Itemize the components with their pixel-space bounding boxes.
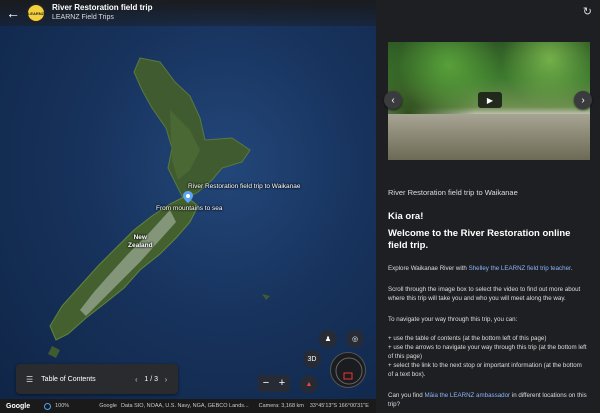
placemark-sublabel: From mountains to sea (156, 205, 223, 212)
camera-coordinates: 33°45'13"S 166°00'31"E (309, 403, 369, 409)
3d-toggle-button[interactable]: 3D (303, 350, 321, 368)
minimap-icon (335, 357, 363, 385)
teacher-link[interactable]: Shelley the LEARNZ field trip teacher (469, 265, 571, 272)
ambassador-paragraph: Can you find Māia the LEARNZ ambassador … (388, 392, 587, 408)
toc-label[interactable]: Table of Contents (41, 376, 130, 383)
trip-title: River Restoration field trip (52, 3, 153, 12)
toc-page-indicator: 1 / 3 (144, 375, 158, 383)
my-location-button[interactable]: ◎ (346, 330, 364, 348)
list-item: + select the link to the next stop or im… (388, 362, 582, 378)
placemark-label[interactable]: River Restoration field trip to Waikanae (188, 183, 300, 190)
play-button[interactable]: ▶ (478, 92, 502, 108)
video-thumbnail[interactable]: ▶ (388, 42, 590, 160)
intro-paragraph: Explore Waikanae River with Shelley the … (388, 265, 573, 272)
trip-subtitle: LEARNZ Field Trips (52, 14, 114, 21)
scroll-paragraph: Scroll through the image box to select t… (388, 286, 581, 302)
media-prev-button[interactable]: ‹ (384, 91, 402, 109)
refresh-icon[interactable]: ↻ (583, 5, 592, 18)
panel-content: River Restoration field trip to Waikanae… (376, 188, 600, 409)
zoom-controls: − + (258, 375, 290, 392)
welcome-heading: Welcome to the River Restoration online … (388, 228, 571, 251)
arrow-left-icon: ← (6, 5, 20, 21)
list-icon[interactable]: ☰ (26, 375, 33, 384)
google-logo: Google (6, 402, 31, 410)
navigate-paragraph: To navigate your way through this trip, … (388, 316, 518, 323)
loading-ring-icon (44, 402, 52, 410)
zoom-in-button[interactable]: + (274, 375, 290, 392)
toc-prev-button[interactable]: ‹ (130, 375, 142, 384)
map-view[interactable]: ← LEARNZ River Restoration field trip LE… (0, 0, 376, 413)
learnz-logo: LEARNZ (26, 3, 46, 23)
zoom-out-button[interactable]: − (258, 375, 274, 392)
map-pin-icon[interactable] (183, 191, 193, 203)
table-of-contents-bar: ☰ Table of Contents ‹ 1 / 3 › (16, 364, 178, 394)
stop-title: River Restoration field trip to Waikanae (388, 188, 518, 197)
attribution-text[interactable]: Data SIO, NOAA, U.S. Navy, NGA, GEBCO La… (121, 403, 249, 409)
back-button[interactable]: ← (0, 0, 26, 26)
ambassador-link[interactable]: Māia the LEARNZ ambassador (424, 392, 510, 399)
compass-north-button[interactable]: ▲ (300, 375, 318, 393)
toc-next-button[interactable]: › (160, 375, 172, 384)
country-label: New Zealand (128, 234, 153, 249)
pegman-icon: ♟ (324, 336, 332, 343)
globe-minimap[interactable] (330, 352, 366, 388)
chevron-right-icon: › (581, 94, 585, 106)
attribution-brand: Google (99, 403, 117, 409)
play-icon: ▶ (486, 95, 494, 105)
compass-north-icon: ▲ (305, 380, 313, 388)
status-bar: Google 100% Google Data SIO, NOAA, U.S. … (0, 399, 376, 413)
status-zoom: 100% (55, 403, 70, 409)
list-item: + use the arrows to navigate your way th… (388, 344, 587, 360)
pegman-button[interactable]: ♟ (319, 330, 337, 348)
media-next-button[interactable]: › (574, 91, 592, 109)
navigation-list: + use the table of contents (at the bott… (388, 334, 588, 379)
camera-altitude: Camera: 3,168 km (258, 403, 304, 409)
knowledge-panel: ↻ ▶ ‹ › River Restoration field trip to … (376, 0, 600, 413)
my-location-icon: ◎ (351, 336, 359, 343)
greeting-heading: Kia ora! (388, 211, 424, 222)
list-item: + use the table of contents (at the bott… (388, 335, 547, 342)
chevron-left-icon: ‹ (391, 94, 395, 106)
top-bar: ← LEARNZ River Restoration field trip LE… (0, 0, 376, 26)
